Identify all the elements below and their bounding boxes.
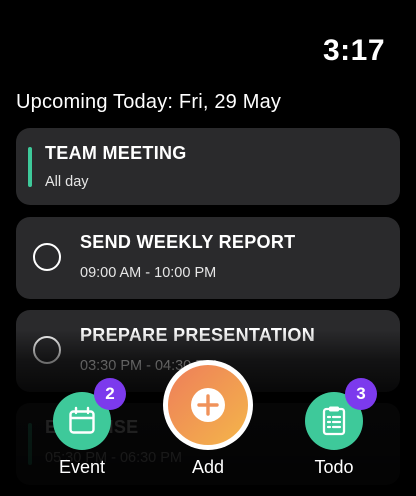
watch-screen: 3:17 Upcoming Today: Fri, 29 May TEAM ME… <box>0 0 416 496</box>
todo-checkbox[interactable] <box>33 336 61 364</box>
plus-icon <box>191 388 225 422</box>
event-color-bar <box>28 147 32 187</box>
page-title: Upcoming Today: Fri, 29 May <box>16 91 282 113</box>
todo-count-badge: 3 <box>345 378 377 410</box>
add-event-button[interactable]: 2 Event <box>53 378 126 492</box>
add-button[interactable]: Add <box>163 360 253 492</box>
todo-button-label: Todo <box>314 457 354 477</box>
list-item-todo[interactable]: SEND WEEKLY REPORT 09:00 AM - 10:00 PM <box>16 217 400 299</box>
add-button-label: Add <box>191 457 225 477</box>
item-title: TEAM MEETING <box>45 143 187 163</box>
item-title: SEND WEEKLY REPORT <box>80 232 296 252</box>
list-item-event[interactable]: TEAM MEETING All day <box>16 128 400 205</box>
event-button-label: Event <box>58 457 106 477</box>
item-title: PREPARE PRESENTATION <box>80 325 316 345</box>
add-button-gradient <box>168 365 248 445</box>
item-subtitle: 09:00 AM - 10:00 PM <box>80 265 217 281</box>
add-todo-button[interactable]: 3 Todo <box>305 378 377 492</box>
item-subtitle: All day <box>45 174 89 190</box>
event-count-badge: 2 <box>94 378 126 410</box>
todo-checkbox[interactable] <box>33 243 61 271</box>
status-time: 3:17 <box>322 34 385 67</box>
add-button-circle <box>163 360 253 450</box>
